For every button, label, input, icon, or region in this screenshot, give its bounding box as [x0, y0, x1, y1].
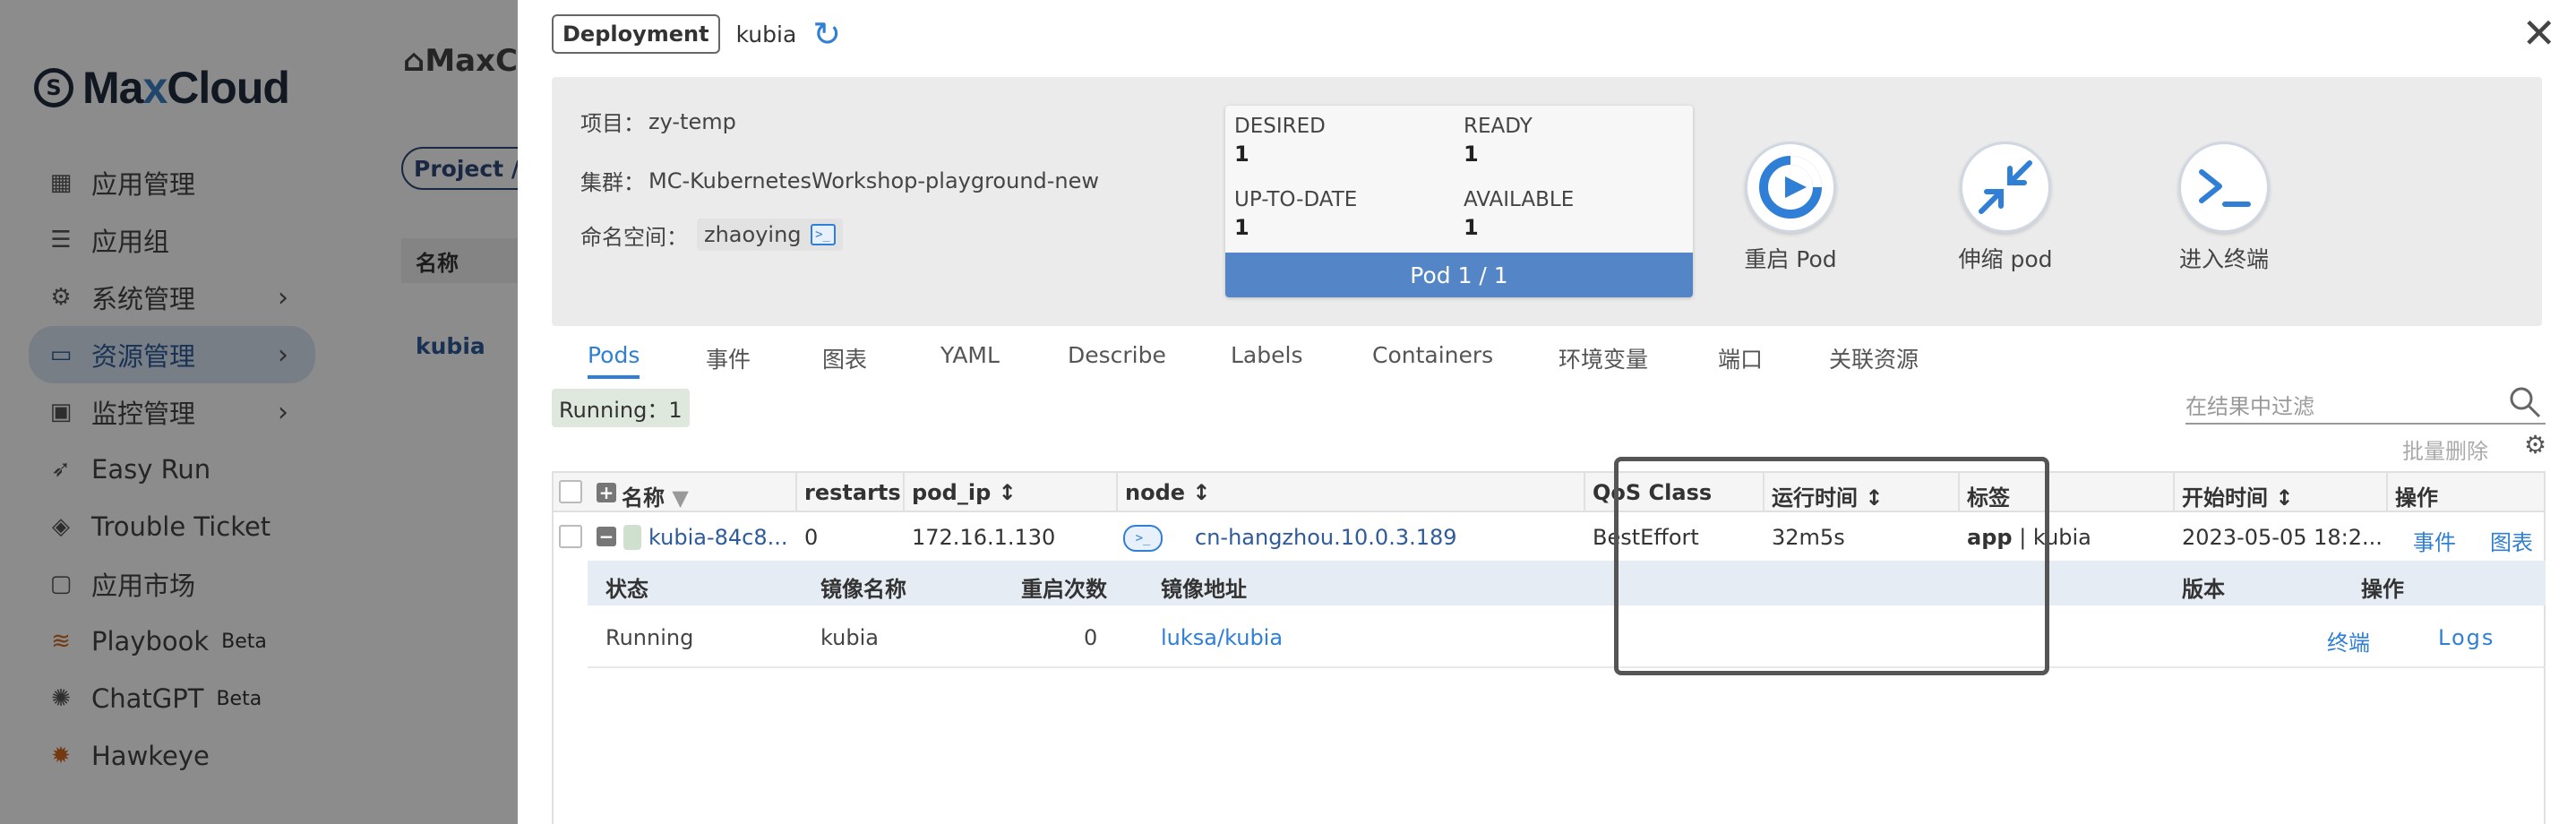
cluster-label: 集群：	[580, 170, 645, 195]
sub-col-status: 状态	[605, 577, 648, 602]
refresh-icon[interactable]: ↻	[812, 17, 841, 51]
image-address-link[interactable]: luksa/kubia	[1161, 625, 1283, 650]
col-node[interactable]: node ↕	[1125, 480, 1211, 505]
charts-link[interactable]: 图表	[2490, 525, 2533, 556]
namespace-label: 命名空间：	[580, 224, 688, 250]
drawer-header: Deployment kubia ↻	[552, 13, 841, 56]
col-start-time[interactable]: 开始时间 ↕	[2182, 480, 2293, 511]
project-label: 项目：	[580, 111, 645, 136]
tab-env-vars[interactable]: 环境变量	[1558, 335, 1648, 382]
pod-name-link[interactable]: kubia-84c8...	[648, 525, 788, 550]
restart-pod-button[interactable]: 重启 Pod	[1723, 142, 1858, 274]
filter-icon[interactable]: ▼	[672, 485, 688, 511]
uptodate-cell: UP-TO-DATE 1	[1234, 188, 1358, 240]
restarts-value: 0	[804, 525, 819, 550]
desired-cell: DESIRED 1	[1234, 115, 1326, 167]
cluster-value: MC-KubernetesWorkshop-playground-new	[648, 167, 1100, 193]
tab-bar: Pods 事件 图表 YAML Describe Labels Containe…	[552, 335, 2542, 380]
container-status: Running	[605, 625, 694, 650]
tab-related-resources[interactable]: 关联资源	[1829, 335, 1919, 382]
search-icon[interactable]	[2508, 385, 2542, 419]
table-header: + 名称 ▼ restarts pod_ip ↕ node ↕ QoS Clas…	[554, 473, 2544, 512]
col-actions: 操作	[2395, 485, 2438, 511]
running-count-chip[interactable]: Running：1	[552, 389, 690, 427]
status-card: DESIRED 1 READY 1 UP-TO-DATE 1 AVAILABLE…	[1225, 106, 1693, 297]
terminal-link[interactable]: 终端	[2327, 625, 2370, 657]
deployment-name: kubia	[735, 21, 797, 47]
project-value: zy-temp	[648, 108, 736, 134]
ready-cell: READY 1	[1464, 115, 1533, 167]
col-name[interactable]: 名称 ▼	[622, 480, 689, 511]
terminal-prompt-icon	[2178, 142, 2270, 233]
terminal-label: 进入终端	[2178, 246, 2269, 272]
tab-charts[interactable]: 图表	[822, 335, 867, 382]
pod-ip-value: 172.16.1.130	[912, 525, 1056, 550]
sort-icon[interactable]: ↕	[1185, 480, 1210, 505]
node-link[interactable]: cn-hangzhou.10.0.3.189	[1195, 525, 1457, 550]
sort-icon[interactable]: ↕	[1858, 485, 1883, 511]
col-pod-ip[interactable]: pod_ip ↕	[912, 480, 1017, 505]
row-checkbox[interactable]	[559, 525, 582, 548]
collapse-icon[interactable]: −	[597, 527, 616, 546]
namespace-row: 命名空间： zhaoying >_	[580, 219, 843, 251]
events-link[interactable]: 事件	[2413, 525, 2456, 556]
node-terminal-icon[interactable]: >_	[1123, 525, 1163, 552]
sub-col-actions: 操作	[2361, 577, 2404, 602]
container-image-name: kubia	[820, 625, 879, 650]
kind-tag: Deployment	[552, 14, 720, 54]
available-cell: AVAILABLE 1	[1464, 188, 1575, 240]
restart-icon	[1745, 142, 1836, 233]
sub-col-image-name: 镜像名称	[820, 577, 906, 602]
close-icon[interactable]: ✕	[2521, 13, 2556, 54]
pods-table: + 名称 ▼ restarts pod_ip ↕ node ↕ QoS Clas…	[552, 471, 2546, 824]
compress-icon	[1960, 142, 2051, 233]
bulk-delete-button[interactable]: 批量删除	[2402, 433, 2488, 465]
tab-pods[interactable]: Pods	[588, 335, 640, 379]
filter-input[interactable]: 在结果中过滤	[2185, 385, 2546, 425]
container-restarts: 0	[1084, 625, 1098, 650]
restart-label: 重启 Pod	[1744, 246, 1837, 272]
container-row: Running kubia 0 luksa/kubia 终端 Logs	[588, 605, 2546, 668]
tab-events[interactable]: 事件	[706, 335, 751, 382]
tab-describe[interactable]: Describe	[1068, 335, 1166, 375]
namespace-value: zhaoying	[704, 222, 802, 247]
project-row: 项目： zy-temp	[580, 106, 736, 137]
sort-icon[interactable]: ↕	[2268, 485, 2293, 511]
expand-all-icon[interactable]: +	[597, 483, 616, 502]
start-time-value: 2023-05-05 18:2...	[2182, 525, 2383, 550]
enter-terminal-button[interactable]: 进入终端	[2157, 142, 2291, 274]
filter-placeholder: 在结果中过滤	[2185, 393, 2314, 419]
tab-labels[interactable]: Labels	[1231, 335, 1302, 375]
pod-count-bar: Pod 1 / 1	[1225, 253, 1693, 297]
table-row: − kubia-84c8... 0 172.16.1.130 >_ cn-han…	[554, 512, 2544, 561]
pod-status-icon	[623, 525, 641, 550]
col-labels: 标签	[1967, 485, 2010, 511]
label-value: app | kubia	[1967, 525, 2091, 550]
tab-ports[interactable]: 端口	[1718, 335, 1763, 382]
col-restarts: restarts	[804, 480, 901, 505]
sort-icon[interactable]: ↕	[991, 480, 1017, 505]
col-runtime[interactable]: 运行时间 ↕	[1772, 480, 1883, 511]
select-all-checkbox[interactable]	[559, 480, 582, 503]
terminal-icon[interactable]: >_	[810, 224, 836, 245]
deployment-drawer: Deployment kubia ↻ ✕ 项目： zy-temp 集群： MC-…	[518, 0, 2576, 824]
sub-col-restarts: 重启次数	[1021, 577, 1107, 602]
logs-link[interactable]: Logs	[2438, 625, 2494, 650]
scale-label: 伸缩 pod	[1958, 246, 2053, 272]
qos-value: BestEffort	[1593, 525, 1699, 550]
sub-col-version: 版本	[2182, 577, 2225, 602]
settings-gear-icon[interactable]: ⚙	[2524, 430, 2546, 459]
container-sub-header: 状态 镜像名称 重启次数 镜像地址 版本 操作	[588, 561, 2546, 605]
cluster-row: 集群： MC-KubernetesWorkshop-playground-new	[580, 165, 1099, 196]
col-qos: QoS Class	[1593, 480, 1713, 505]
scale-pod-button[interactable]: 伸缩 pod	[1938, 142, 2073, 274]
namespace-chip: zhaoying >_	[697, 219, 843, 251]
tab-yaml[interactable]: YAML	[940, 335, 1000, 375]
sub-col-image-addr: 镜像地址	[1161, 577, 1247, 602]
runtime-value: 32m5s	[1772, 525, 1845, 550]
info-panel: 项目： zy-temp 集群： MC-KubernetesWorkshop-pl…	[552, 77, 2542, 326]
tab-containers[interactable]: Containers	[1372, 335, 1493, 375]
